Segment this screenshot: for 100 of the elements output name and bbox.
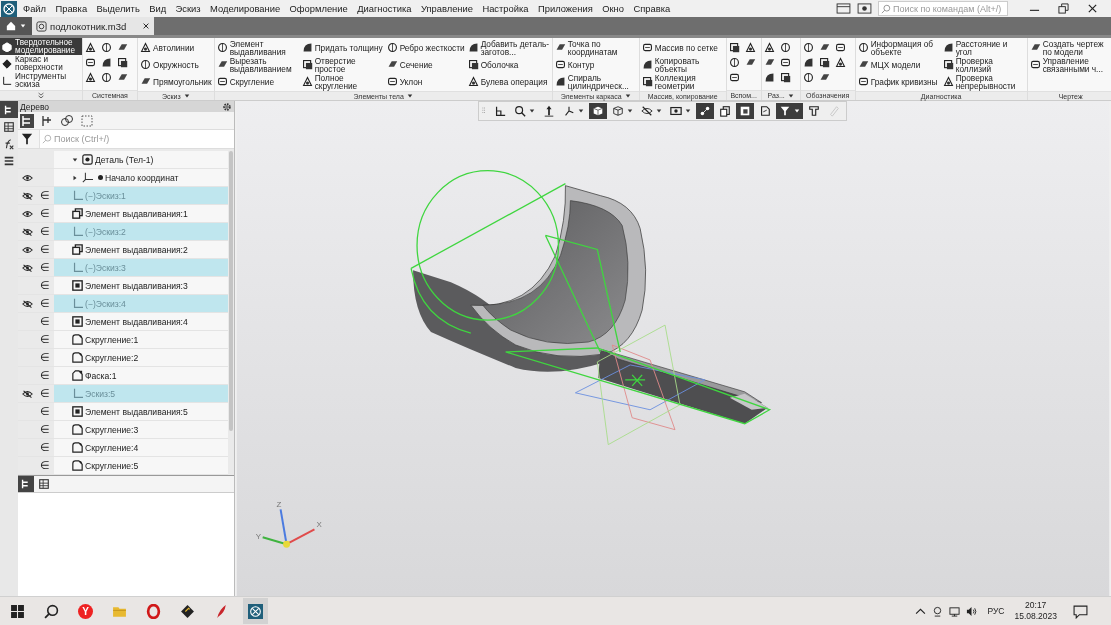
circle-icon[interactable] <box>101 42 112 53</box>
filter-icon[interactable] <box>21 133 33 145</box>
ribbon-command[interactable]: Автолинии <box>140 39 195 56</box>
caret-icon[interactable] <box>406 93 413 99</box>
quarter-shape-icon[interactable] <box>101 57 112 68</box>
ribbon-command[interactable]: Управление связанными ч... <box>1029 56 1111 73</box>
side-tab[interactable] <box>0 101 18 118</box>
ribbon-command[interactable]: Придать толщину <box>301 39 383 56</box>
triangle-icon[interactable] <box>763 42 775 53</box>
plane-icon[interactable] <box>818 42 830 53</box>
ribbon-command[interactable]: МЦХ модели <box>857 56 921 73</box>
command-search-field[interactable]: Поиск по командам (Alt+/) <box>878 1 1008 16</box>
rounded-box-icon[interactable] <box>834 42 846 53</box>
home-button[interactable] <box>0 17 32 35</box>
network-icon[interactable] <box>949 605 961 617</box>
expand-arrow-icon[interactable] <box>72 174 78 181</box>
eye-icon[interactable] <box>21 173 33 182</box>
tree-item[interactable]: Скругление:3 <box>54 421 228 438</box>
menu-item[interactable]: Настройка <box>482 3 529 14</box>
crossed-eye-icon[interactable] <box>21 389 33 398</box>
ribbon-command[interactable]: Оболочка <box>467 56 519 73</box>
tree-item[interactable]: Скругление:5 <box>54 457 228 474</box>
tree-view-icon[interactable] <box>20 113 34 128</box>
ribbon-command[interactable]: Окружность <box>140 56 199 73</box>
ring-icon[interactable] <box>146 603 161 619</box>
circle-icon[interactable] <box>802 72 814 83</box>
circle-icon[interactable] <box>728 57 740 68</box>
tree-item[interactable]: Элемент выдавливания:4 <box>54 313 228 330</box>
triangle-icon[interactable] <box>834 57 846 68</box>
ribbon-command[interactable]: Контур <box>554 56 595 73</box>
menu-item[interactable]: Управление <box>420 3 473 14</box>
ribbon-command[interactable]: Полное скругление <box>301 73 384 90</box>
ribbon-command[interactable]: Копировать объекты <box>641 56 724 73</box>
volume-icon[interactable] <box>966 605 978 617</box>
circle-icon[interactable] <box>779 42 791 53</box>
layers-button[interactable] <box>736 103 754 119</box>
structure-icon[interactable] <box>40 113 54 128</box>
menu-item[interactable]: Окно <box>602 3 624 14</box>
crossed-eye-icon[interactable] <box>21 227 33 236</box>
tree-item[interactable]: Скругление:2 <box>54 349 228 366</box>
menu-item[interactable]: Эскиз <box>175 3 201 14</box>
crossed-eye-icon[interactable] <box>21 191 33 200</box>
tree-search-field[interactable]: Поиск (Ctrl+/) <box>39 130 234 148</box>
mode-tab[interactable]: Инструменты эскиза <box>0 72 82 89</box>
panel-tab[interactable] <box>36 476 52 492</box>
square-icon[interactable] <box>779 72 791 83</box>
ribbon-command[interactable]: Булева операция <box>467 73 548 90</box>
square-icon[interactable] <box>117 57 128 68</box>
ribbon-command[interactable]: Точка по координатам <box>554 39 637 56</box>
crossed-eye-icon[interactable] <box>21 263 33 272</box>
caret-icon[interactable] <box>183 93 190 99</box>
ribbon-command[interactable]: Расстояние и угол <box>942 39 1025 56</box>
constraints-button[interactable] <box>696 103 714 119</box>
tree-item[interactable]: Элемент выдавливания:5 <box>54 403 228 420</box>
menu-item[interactable]: Приложения <box>537 3 593 14</box>
collapse-icon[interactable] <box>37 92 45 99</box>
close-icon[interactable] <box>142 22 150 30</box>
tree-item[interactable]: Деталь (Тел-1) <box>54 151 228 168</box>
tree-item[interactable]: Скругление:1 <box>54 331 228 348</box>
menu-item[interactable]: Правка <box>55 3 88 14</box>
crossed-eye-icon[interactable] <box>21 299 33 308</box>
menu-item[interactable]: Вид <box>149 3 167 14</box>
plane-icon[interactable] <box>117 72 128 83</box>
plane-icon[interactable] <box>763 57 775 68</box>
ribbon-command[interactable]: Спираль цилиндрическ... <box>554 73 637 90</box>
tree-item[interactable]: Начало координат <box>54 169 228 186</box>
triangle-icon[interactable] <box>85 42 96 53</box>
chevron-up-icon[interactable] <box>915 605 927 617</box>
caret-icon[interactable] <box>624 93 631 99</box>
ribbon-command[interactable]: Ребро жесткости <box>386 39 465 56</box>
ribbon-command[interactable]: Сечение <box>386 56 433 73</box>
ribbon-command[interactable]: Вырезать выдавливанием <box>216 56 299 73</box>
restore-icon[interactable] <box>1058 3 1069 14</box>
menu-item[interactable]: Выделить <box>96 3 140 14</box>
ribbon-command[interactable]: Проверка коллизий <box>942 56 1025 73</box>
tree-item[interactable]: Фаска:1 <box>54 367 228 384</box>
menu-item[interactable]: Диагностика <box>357 3 412 14</box>
plane-icon[interactable] <box>744 57 756 68</box>
mode-tab[interactable]: Твердотельное моделирование <box>0 38 82 55</box>
rounded-box-icon[interactable] <box>85 57 96 68</box>
quarter-shape-icon[interactable] <box>802 57 814 68</box>
ribbon-command[interactable]: Скругление <box>216 73 275 90</box>
ribbon-command[interactable]: Уклон <box>386 73 423 90</box>
circle-icon[interactable] <box>101 72 112 83</box>
ribbon-command[interactable]: Проверка непрерывности <box>942 73 1025 90</box>
settings-icon[interactable] <box>222 101 232 112</box>
plane-icon[interactable] <box>818 72 830 83</box>
ribbon-command[interactable]: Массив по сетке <box>641 39 718 56</box>
tree-item[interactable]: Элемент выдавливания:2 <box>54 241 228 258</box>
ribbon-command[interactable]: Отверстие простое <box>301 56 384 73</box>
menu-item[interactable]: Справка <box>633 3 671 14</box>
eye-icon[interactable] <box>21 209 33 218</box>
language-indicator[interactable]: РУС <box>987 606 1005 616</box>
screenshot-icon[interactable] <box>857 3 872 14</box>
panel-layout-icon[interactable] <box>836 3 851 14</box>
mode-tab[interactable]: Каркас и поверхности <box>0 55 82 72</box>
ribbon-command[interactable]: Элемент выдавливания <box>216 39 299 56</box>
ribbon-command[interactable]: Коллекция геометрии <box>641 73 724 90</box>
feather-icon[interactable] <box>214 603 229 619</box>
document-tab[interactable]: подлокотник.m3d <box>32 17 154 35</box>
